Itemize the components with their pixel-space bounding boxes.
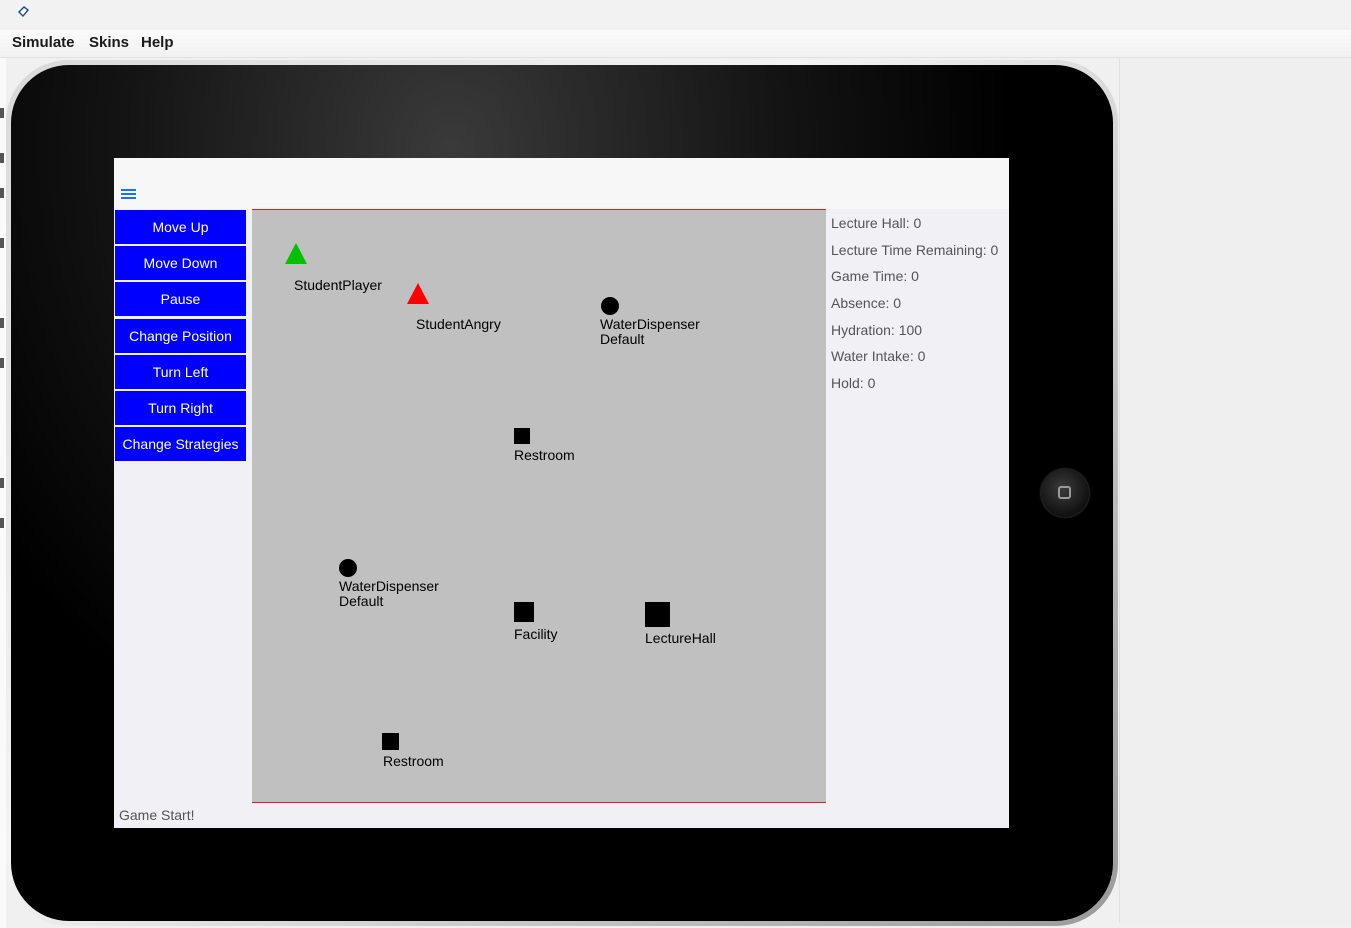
pause-button[interactable]: Pause [115,282,246,316]
lecture-hall-marker [645,602,670,627]
game-map[interactable]: StudentPlayer StudentAngry WaterDispense… [252,209,826,803]
lecture-hall-label: LectureHall [645,630,716,646]
turn-left-button[interactable]: Turn Left [115,355,246,389]
empty-workspace [1119,58,1351,923]
menu-bar: Simulate Skins Help [0,30,1351,58]
stat-hold: Hold: 0 [831,375,876,391]
restroom-label: Restroom [514,447,575,463]
window-title-bar [0,0,1351,28]
change-position-button[interactable]: Change Position [115,319,246,353]
menu-simulate[interactable]: Simulate [12,34,75,51]
app-logo-icon [18,6,29,17]
stat-lecture-time-remaining: Lecture Time Remaining: 0 [831,242,999,258]
move-down-button[interactable]: Move Down [115,246,246,280]
stat-absence: Absence: 0 [831,295,902,311]
title-toolbar [114,158,1009,209]
stat-lecture-hall: Lecture Hall: 0 [831,215,922,231]
restroom-marker [382,733,399,750]
student-angry-label: StudentAngry [416,316,501,332]
hamburger-icon[interactable] [121,189,136,200]
water-dispenser-label: WaterDispenser Default [600,316,700,347]
water-dispenser-label: WaterDispenser Default [339,578,439,609]
change-strategies-button[interactable]: Change Strategies [115,427,246,461]
stat-hydration: Hydration: 100 [831,322,923,338]
student-player-label: StudentPlayer [294,277,382,293]
restroom-marker [514,428,530,444]
stat-water-intake: Water Intake: 0 [831,348,926,364]
water-dispenser-marker [601,297,619,315]
home-square-icon [1058,486,1071,499]
home-button[interactable] [1041,469,1089,517]
menu-help[interactable]: Help [141,34,174,51]
turn-right-button[interactable]: Turn Right [115,391,246,425]
status-message: Game Start! [119,807,195,823]
facility-marker [514,602,534,622]
app-screen: Move Up Move Down Pause Change Position … [114,158,1009,828]
restroom-label: Restroom [383,753,444,769]
student-player-triangle [285,243,307,264]
water-dispenser-marker [339,559,357,577]
student-angry-triangle [407,283,429,304]
facility-label: Facility [514,626,558,642]
menu-skins[interactable]: Skins [89,34,129,51]
move-up-button[interactable]: Move Up [115,210,246,244]
stat-game-time: Game Time: 0 [831,268,919,284]
